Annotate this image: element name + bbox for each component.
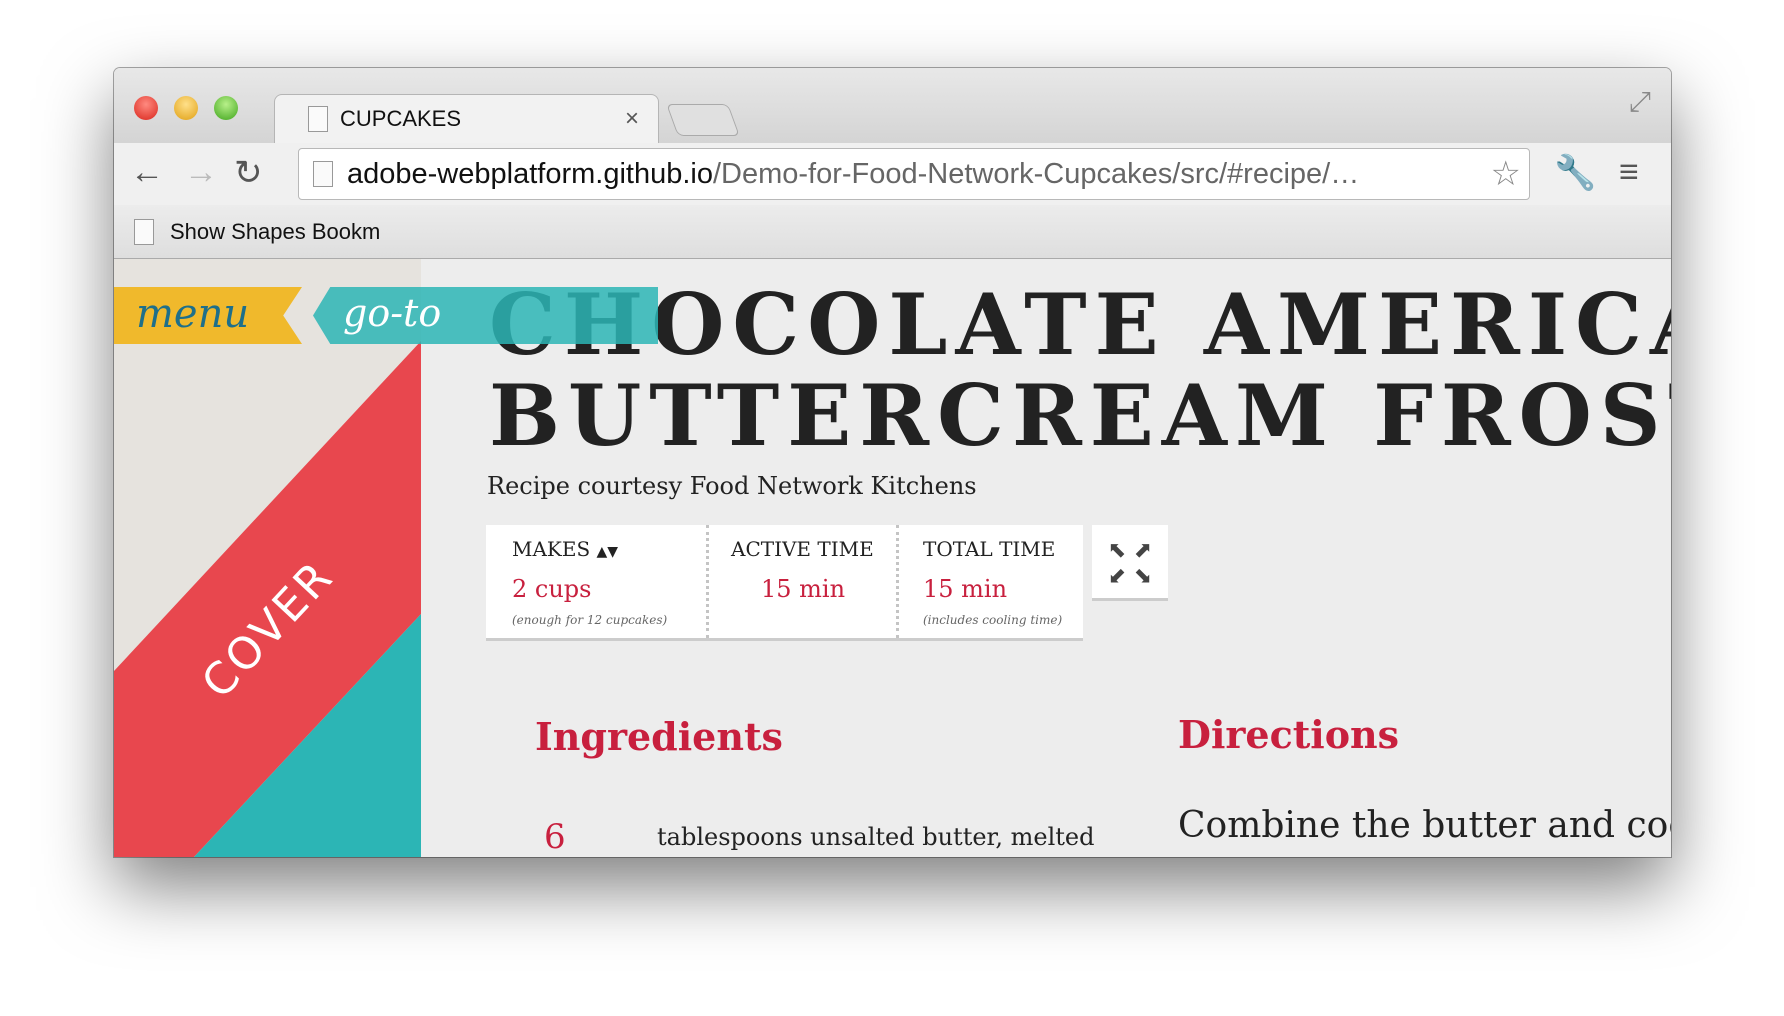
reload-icon[interactable]: ↻	[234, 153, 263, 193]
recipe-info-box: MAKES ▲▼ 2 cups (enough for 12 cupcakes)…	[486, 525, 1083, 641]
address-bar[interactable]: adobe-webplatform.github.io/Demo-for-Foo…	[298, 148, 1530, 200]
makes-cell: MAKES ▲▼ 2 cups (enough for 12 cupcakes)	[486, 525, 706, 638]
page-icon	[134, 218, 154, 245]
total-time-cell: TOTAL TIME 15 min (includes cooling time…	[896, 525, 1083, 638]
close-tab-icon[interactable]: ×	[625, 105, 639, 133]
expand-button[interactable]: ⬉ ⬈ ⬋ ⬊	[1092, 525, 1168, 601]
expand-icon: ⬉	[1107, 537, 1127, 562]
sidebar-stripes	[114, 341, 421, 857]
ingredient-text: tablespoons unsalted butter, melted	[657, 823, 1095, 851]
makes-value: 2 cups	[512, 575, 592, 603]
menu-icon[interactable]: ≡	[1619, 153, 1639, 192]
zoom-window-button[interactable]	[214, 96, 238, 120]
goto-button[interactable]: go-to	[313, 287, 658, 344]
menu-button[interactable]: menu	[114, 287, 302, 344]
tab-bar: CUPCAKES × ⤢	[114, 68, 1671, 143]
url-host: adobe-webplatform.github.io	[347, 157, 713, 190]
active-time-label: ACTIVE TIME	[731, 537, 874, 561]
sort-arrows-icon[interactable]: ▲▼	[597, 544, 619, 560]
forward-icon[interactable]: →	[184, 153, 218, 192]
makes-label: MAKES	[512, 537, 591, 561]
sidebar-cover[interactable]: COVER	[114, 259, 421, 857]
bookmarks-bar: Show Shapes Bookm	[114, 205, 1671, 259]
new-tab-button[interactable]	[666, 104, 740, 136]
total-time-label: TOTAL TIME	[923, 537, 1056, 561]
makes-note: (enough for 12 cupcakes)	[512, 613, 668, 627]
recipe-title: CHOCOLATE AMERICA BUTTERCREAM FROST	[489, 275, 1671, 465]
close-window-button[interactable]	[134, 96, 158, 120]
directions-heading: Directions	[1178, 712, 1400, 757]
bookmark-star-icon[interactable]: ☆	[1490, 154, 1521, 194]
active-time-cell: ACTIVE TIME 15 min	[706, 525, 896, 638]
wrench-icon[interactable]: 🔧	[1554, 153, 1596, 193]
direction-step: Combine the butter and coc	[1178, 805, 1671, 846]
tab-title: CUPCAKES	[340, 105, 462, 131]
url-path: /Demo-for-Food-Network-Cupcakes/src/#rec…	[712, 157, 1360, 190]
page-content: COVER CHOCOLATE AMERICA BUTTERCREAM FROST…	[114, 259, 1671, 857]
bookmark-show-shapes[interactable]: Show Shapes Bookm	[170, 219, 380, 245]
toolbar: ← → ↻ adobe-webplatform.github.io/Demo-f…	[114, 143, 1671, 205]
total-time-value: 15 min	[923, 575, 1008, 603]
total-time-note: (includes cooling time)	[923, 613, 1063, 627]
browser-window: CUPCAKES × ⤢ ← → ↻ adobe-webplatform.git…	[114, 68, 1671, 857]
active-time-value: 15 min	[761, 575, 846, 603]
tab-cupcakes[interactable]: CUPCAKES ×	[294, 94, 639, 143]
minimize-window-button[interactable]	[174, 96, 198, 120]
page-icon	[308, 105, 328, 132]
ingredients-heading: Ingredients	[535, 714, 783, 759]
recipe-courtesy: Recipe courtesy Food Network Kitchens	[487, 472, 977, 500]
fullscreen-icon[interactable]: ⤢	[1629, 86, 1651, 119]
back-icon[interactable]: ←	[130, 153, 164, 192]
page-icon	[313, 161, 333, 187]
ingredient-quantity: 6	[544, 817, 566, 857]
